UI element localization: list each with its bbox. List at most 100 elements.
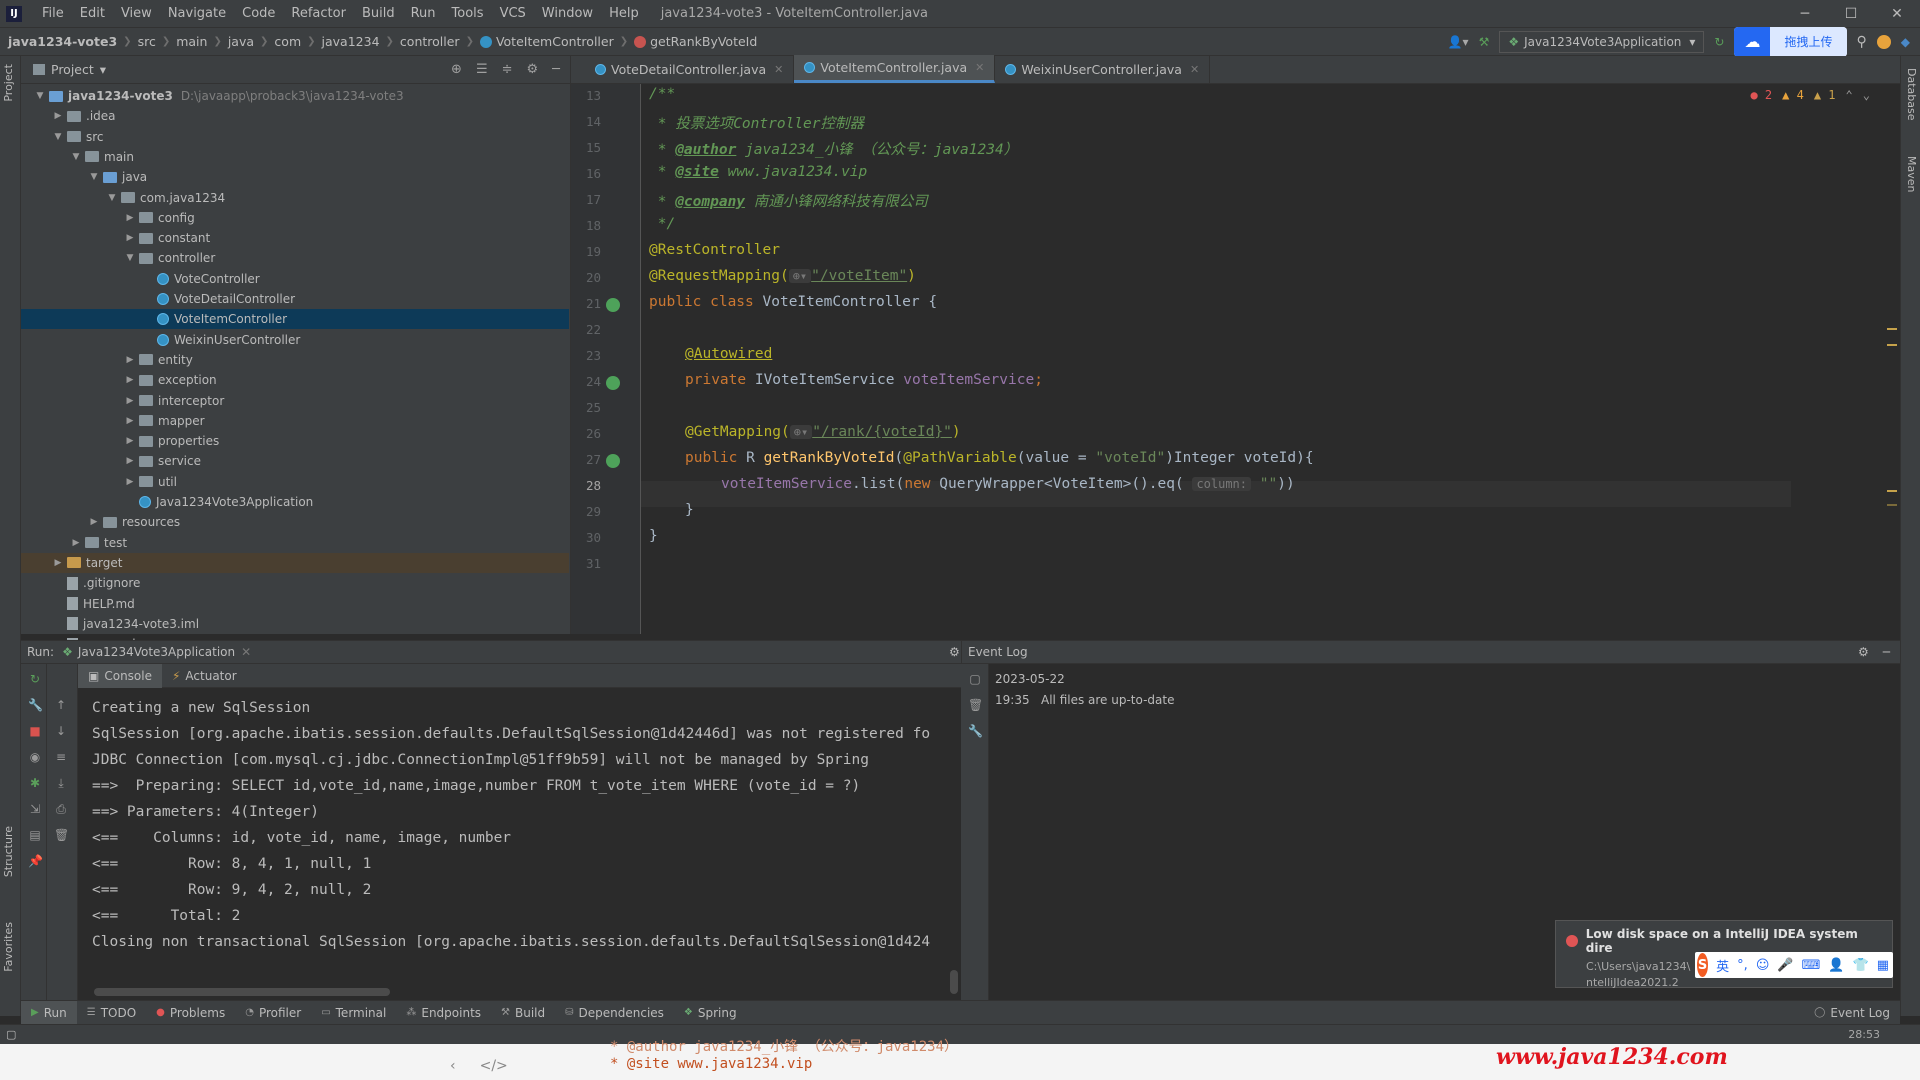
menu-help[interactable]: Help (601, 6, 647, 21)
tree-item[interactable]: ▶ config (21, 208, 569, 228)
line-number[interactable]: 24 (571, 374, 601, 389)
code-icon[interactable]: </> (480, 1058, 508, 1074)
scroll-to-end-icon[interactable]: ⤓ (54, 776, 68, 790)
chevron-down-icon[interactable]: ▼ (123, 253, 137, 263)
ime-language[interactable]: 英 (1716, 956, 1729, 975)
tree-item[interactable]: ▼ controller (21, 248, 569, 268)
chevron-right-icon[interactable]: ▶ (123, 233, 137, 243)
print-icon[interactable]: ⎙ (54, 802, 68, 816)
tree-item[interactable]: ▶ exception (21, 370, 569, 390)
tree-item[interactable]: ▶ target (21, 552, 569, 573)
chevron-right-icon[interactable]: ▶ (123, 213, 137, 223)
console-vertical-scrollbar[interactable] (950, 970, 958, 994)
tree-item[interactable]: ▶ service (21, 451, 569, 471)
menu-edit[interactable]: Edit (72, 6, 113, 21)
line-number[interactable]: 17 (571, 192, 601, 207)
chevron-down-icon[interactable]: ▼ (51, 132, 65, 142)
arrow-up-icon[interactable]: ↑ (54, 698, 68, 712)
crumb-controller[interactable]: controller (396, 34, 464, 49)
tree-item[interactable]: Java1234Vote3Application (21, 492, 569, 512)
tree-item[interactable]: VoteItemController (21, 309, 569, 330)
line-number[interactable]: 19 (571, 244, 601, 259)
chevron-right-icon[interactable]: ▶ (123, 456, 137, 466)
console-output[interactable]: Creating a new SqlSession SqlSession [org… (78, 688, 961, 988)
tree-item[interactable]: ▶ properties (21, 431, 569, 451)
project-tool-window-label[interactable]: Project (2, 64, 15, 102)
line-number[interactable]: 22 (571, 322, 601, 337)
chevron-down-icon[interactable]: ▼ (69, 152, 83, 162)
line-number[interactable]: 28 (571, 478, 601, 493)
tree-item[interactable]: ▼ main (21, 147, 569, 167)
build-hammer-icon[interactable]: ⚒ (1479, 35, 1490, 49)
crumb-project[interactable]: java1234-vote3 (0, 34, 121, 49)
close-tab-icon[interactable]: ✕ (241, 645, 251, 659)
tab-vote-item-controller[interactable]: VoteItemController.java ✕ (794, 55, 996, 83)
chevron-right-icon[interactable]: ▶ (123, 355, 137, 365)
rerun-icon[interactable]: ↻ (28, 672, 42, 686)
spring-bean-gutter-icon[interactable] (606, 454, 620, 468)
line-number[interactable]: 26 (571, 426, 601, 441)
tool-spring[interactable]: ❖ Spring (674, 1001, 747, 1025)
menu-run[interactable]: Run (403, 6, 444, 21)
tool-endpoints[interactable]: ⁂ Endpoints (396, 1001, 491, 1025)
locate-icon[interactable]: ⊕ (451, 62, 462, 77)
menu-tools[interactable]: Tools (444, 6, 492, 21)
minimize-icon[interactable]: ─ (1782, 6, 1828, 22)
trash-icon[interactable]: 🗑 (968, 698, 983, 712)
database-tool-window-label[interactable]: Database (1905, 68, 1918, 121)
expand-all-icon[interactable]: ☰ (476, 62, 488, 77)
tab-vote-detail-controller[interactable]: VoteDetailController.java ✕ (585, 55, 795, 83)
favorites-tool-window-label[interactable]: Favorites (2, 922, 15, 972)
pin-icon[interactable]: 📌 (28, 854, 43, 868)
spring-bean-gutter-icon[interactable] (606, 298, 620, 312)
chevron-left-icon[interactable]: ‹ (450, 1058, 456, 1074)
update-icon[interactable] (1876, 34, 1891, 49)
web-link-icon[interactable]: ⊕▾ (789, 425, 813, 439)
chevron-up-icon[interactable]: ⌃ (1846, 88, 1853, 102)
chevron-right-icon[interactable]: ▶ (123, 375, 137, 385)
tool-terminal[interactable]: ▭ Terminal (311, 1001, 396, 1025)
line-number[interactable]: 29 (571, 504, 601, 519)
tree-item[interactable]: ▶ constant (21, 228, 569, 248)
tool-build[interactable]: ⚒ Build (491, 1001, 555, 1025)
chevron-down-icon[interactable]: ▼ (87, 172, 101, 182)
chevron-right-icon[interactable]: ▶ (123, 396, 137, 406)
gear-icon[interactable]: ⚙ (527, 62, 539, 77)
tool-run[interactable]: ▶ Run (21, 1000, 77, 1025)
chevron-right-icon[interactable]: ▶ (123, 416, 137, 426)
code-editor[interactable]: 13 14 15 16 17 18 19 20 21 22 23 24 25 26 27 28 29 30 31 ●… (571, 84, 1900, 634)
trash-icon[interactable]: 🗑 (54, 828, 69, 842)
menu-build[interactable]: Build (354, 6, 403, 21)
tree-item[interactable]: ▼ com.java1234 (21, 188, 569, 208)
menu-file[interactable]: File (34, 6, 72, 21)
menu-refactor[interactable]: Refactor (283, 6, 354, 21)
run-config-tab[interactable]: ❖ Java1234Vote3Application ✕ (62, 645, 251, 659)
line-number[interactable]: 30 (571, 530, 601, 545)
tool-problems[interactable]: ● Problems (146, 1001, 235, 1025)
chevron-right-icon[interactable]: ▶ (51, 558, 65, 568)
chevron-right-icon[interactable]: ▶ (69, 538, 83, 548)
menu-grid-icon[interactable]: ▦ (1877, 958, 1889, 973)
tree-item[interactable]: ▼ src (21, 127, 569, 147)
tree-item[interactable]: VoteController (21, 269, 569, 289)
layout-icon[interactable]: ▤ (28, 828, 42, 842)
console-horizontal-scrollbar[interactable] (94, 988, 390, 996)
line-number[interactable]: 14 (571, 114, 601, 129)
chevron-right-icon[interactable]: ▶ (123, 477, 137, 487)
tree-item[interactable]: ▼ java (21, 167, 569, 187)
tree-item[interactable]: ▶ resources (21, 512, 569, 532)
chevron-down-icon[interactable]: ▼ (33, 91, 47, 101)
debug-icon[interactable]: ✱ (28, 776, 42, 790)
line-number[interactable]: 25 (571, 400, 601, 415)
tab-actuator[interactable]: ⚡ Actuator (162, 664, 247, 688)
crumb-java[interactable]: java (224, 34, 258, 49)
line-number[interactable]: 18 (571, 218, 601, 233)
chevron-down-icon[interactable]: ▾ (100, 62, 106, 77)
line-number[interactable]: 31 (571, 556, 601, 571)
chevron-right-icon[interactable]: ▶ (123, 436, 137, 446)
menu-vcs[interactable]: VCS (492, 6, 534, 21)
chevron-down-icon[interactable]: ▼ (105, 193, 119, 203)
close-tab-icon[interactable]: ✕ (774, 63, 783, 76)
skin-icon[interactable]: 👕 (1853, 958, 1869, 973)
arrow-down-icon[interactable]: ↓ (54, 724, 68, 738)
